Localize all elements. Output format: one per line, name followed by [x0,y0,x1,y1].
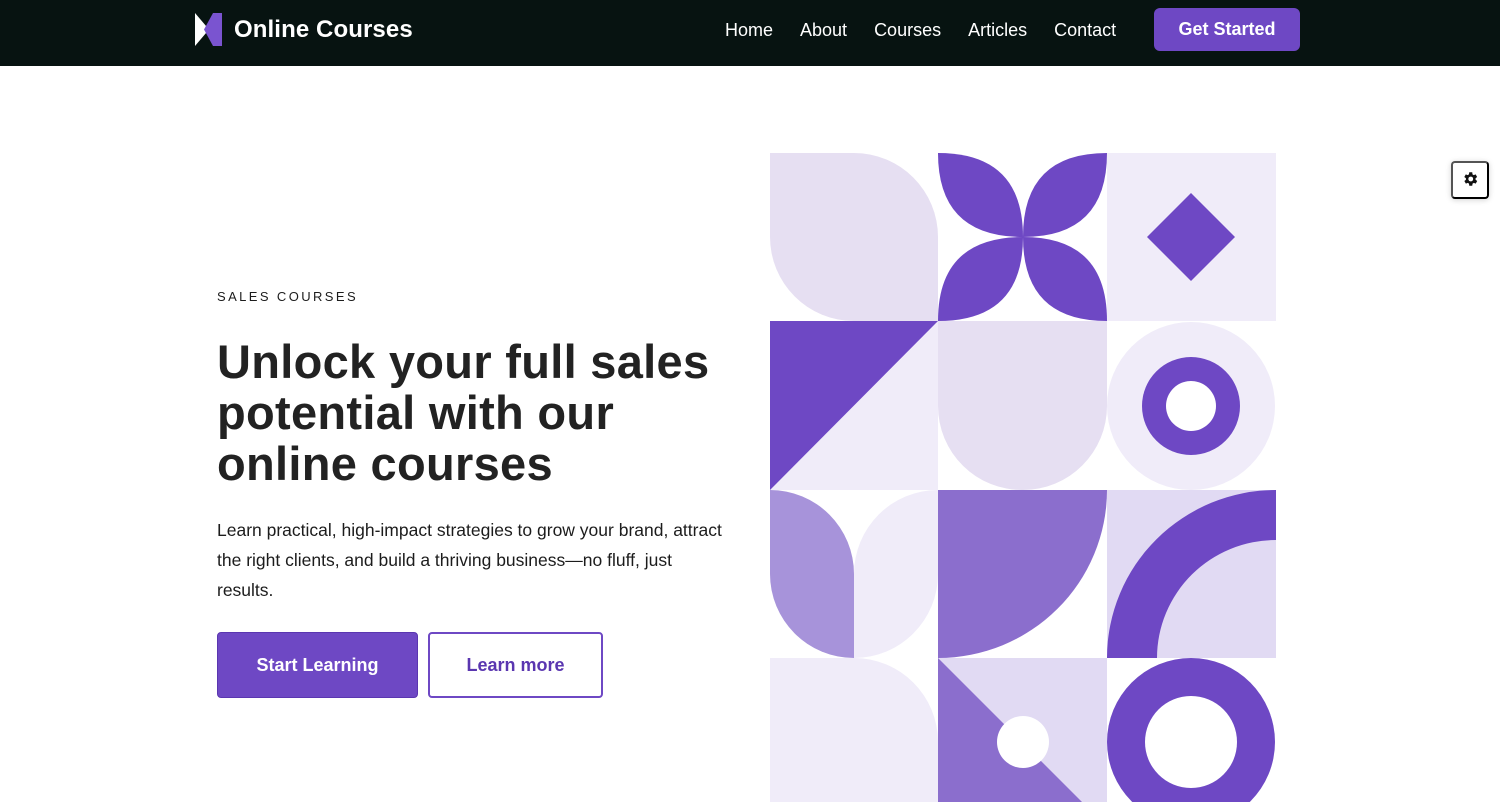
tile-big-ring [1107,658,1275,802]
tile-quarter [938,490,1107,658]
tile-petals [938,153,1107,321]
main-nav: Home About Courses Articles Contact [725,0,1143,60]
tile-arch [938,321,1107,491]
tile-soft-corner [770,658,938,802]
site-header: Online Courses Home About Courses Articl… [0,0,1500,66]
nav-courses[interactable]: Courses [874,20,941,41]
gear-icon [1461,170,1479,191]
tile-ring [1107,322,1275,490]
hero-subtext: Learn practical, high-impact strategies … [217,520,722,600]
hero-eyebrow: SALES COURSES [217,289,359,304]
nav-about[interactable]: About [800,20,847,41]
logo-icon [195,13,222,46]
start-learning-button[interactable]: Start Learning [217,632,418,698]
brand[interactable]: Online Courses [195,13,413,46]
nav-articles[interactable]: Articles [968,20,1027,41]
tile-triangle [770,321,938,490]
tile-leaf [770,153,938,321]
hero-headline: Unlock your full sales potential with ou… [217,335,710,490]
nav-home[interactable]: Home [725,20,773,41]
tile-split-leaves [770,490,938,658]
settings-button[interactable] [1451,161,1489,199]
tile-diamond [1107,153,1276,321]
get-started-button[interactable]: Get Started [1154,8,1300,51]
brand-name: Online Courses [234,15,413,43]
tile-arc [1107,490,1276,658]
learn-more-button[interactable]: Learn more [428,632,603,698]
geometric-mosaic-illustration [770,153,1276,802]
tile-dot-diagonal [938,658,1107,802]
nav-contact[interactable]: Contact [1054,20,1116,41]
